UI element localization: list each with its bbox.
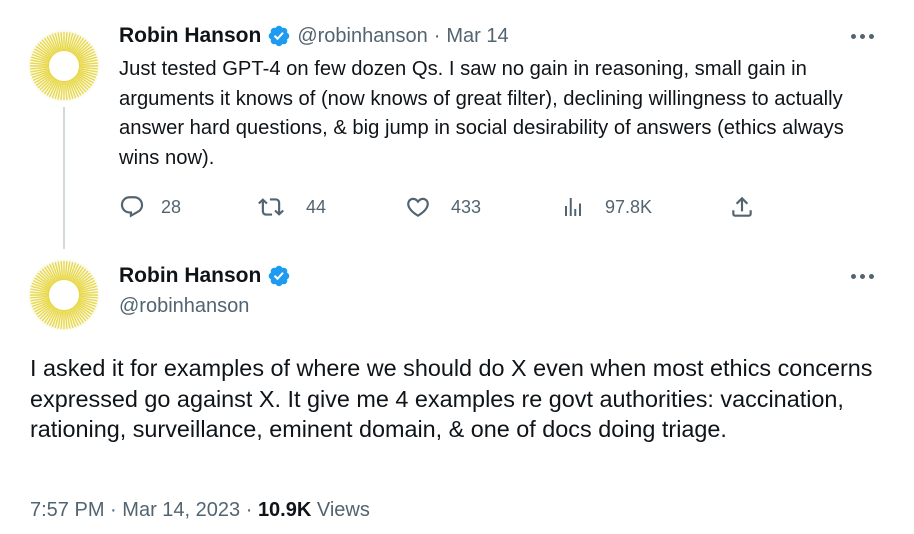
- tweet-time[interactable]: 7:57 PM: [30, 499, 104, 521]
- share-button[interactable]: [729, 194, 755, 220]
- retweet-button[interactable]: 44: [258, 194, 326, 220]
- views-icon: [561, 194, 585, 220]
- retweet-count: 44: [306, 196, 327, 217]
- like-count: 433: [451, 196, 482, 217]
- tweet1-header: Robin Hanson @robinhanson · Mar 14: [119, 24, 509, 48]
- tweet2-header: Robin Hanson: [119, 264, 291, 288]
- avatar[interactable]: [28, 30, 100, 102]
- tweet-text: Just tested GPT-4 on few dozen Qs. I saw…: [119, 58, 844, 169]
- views-count: 97.8K: [605, 196, 653, 217]
- author-name[interactable]: Robin Hanson: [119, 264, 261, 288]
- like-button[interactable]: 433: [405, 194, 481, 220]
- views-label: Views: [316, 499, 370, 521]
- retweet-icon: [258, 194, 284, 220]
- separator-dot: ·: [245, 499, 253, 521]
- more-options-icon[interactable]: [851, 32, 877, 40]
- author-handle[interactable]: @robinhanson: [119, 295, 249, 318]
- sun-avatar-image: [28, 259, 100, 331]
- views-count: 10.9K: [257, 499, 312, 521]
- views-button[interactable]: 97.8K: [561, 194, 652, 220]
- tweet-text: I asked it for examples of where we shou…: [30, 355, 873, 442]
- reply-count: 28: [161, 196, 182, 217]
- verified-badge-icon: [267, 264, 291, 288]
- reply-button[interactable]: 28: [119, 194, 181, 220]
- separator-dot: ·: [433, 24, 441, 47]
- sun-avatar-image: [28, 30, 100, 102]
- author-handle[interactable]: @robinhanson: [297, 25, 427, 48]
- avatar[interactable]: [28, 259, 100, 331]
- reply-icon: [119, 194, 145, 220]
- tweet-full-date[interactable]: Mar 14, 2023: [122, 499, 240, 521]
- author-name[interactable]: Robin Hanson: [119, 24, 261, 48]
- more-options-icon[interactable]: [851, 272, 877, 280]
- like-icon: [405, 194, 431, 220]
- verified-badge-icon: [267, 24, 291, 48]
- share-icon: [729, 194, 755, 220]
- thread-connector-line: [63, 107, 65, 249]
- tweet-metadata: 7:57 PM · Mar 14, 2023 · 10.9K Views: [30, 499, 370, 522]
- separator-dot: ·: [110, 499, 117, 521]
- tweet-date[interactable]: Mar 14: [446, 25, 508, 48]
